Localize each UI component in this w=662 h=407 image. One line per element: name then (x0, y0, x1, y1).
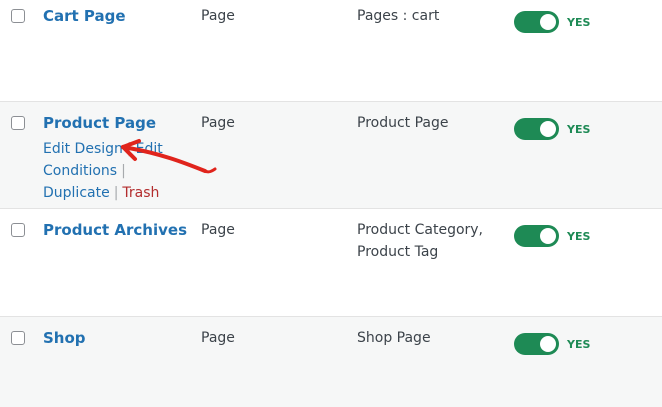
condition-text: Shop Page (357, 330, 431, 346)
row-conditions: Product Category, Product Tag (357, 219, 483, 263)
row-type: Page (201, 222, 235, 238)
row-title-link[interactable]: Cart Page (43, 7, 126, 25)
toggle-knob (540, 336, 556, 352)
templates-table: Cart Page Page Pages : cart YES Product … (0, 0, 662, 407)
table-row: Product Page Page Product Page YES Edit … (0, 102, 662, 209)
status-label: YES (567, 338, 591, 351)
row-conditions: Product Page (357, 112, 449, 134)
condition-text: Product Tag (357, 244, 439, 260)
row-checkbox[interactable] (11, 116, 25, 130)
status-toggle[interactable] (514, 225, 559, 247)
condition-text: Pages : cart (357, 8, 440, 24)
toggle-knob (540, 228, 556, 244)
row-title-link[interactable]: Shop (43, 329, 86, 347)
row-type: Page (201, 8, 235, 24)
status-label: YES (567, 230, 591, 243)
duplicate-link[interactable]: Duplicate (43, 185, 110, 201)
condition-text: Product Category, (357, 222, 484, 238)
status-toggle[interactable] (514, 11, 559, 33)
action-separator: | (113, 185, 119, 201)
table-row: Shop Page Shop Page YES (0, 317, 662, 407)
status-toggle[interactable] (514, 118, 559, 140)
row-type: Page (201, 115, 235, 131)
row-type: Page (201, 330, 235, 346)
status-toggle[interactable] (514, 333, 559, 355)
row-conditions: Pages : cart (357, 5, 439, 27)
table-row: Cart Page Page Pages : cart YES (0, 0, 662, 102)
row-conditions: Shop Page (357, 327, 431, 349)
trash-link[interactable]: Trash (122, 185, 159, 201)
row-title-link[interactable]: Product Page (43, 114, 156, 132)
table-row: Product Archives Page Product Category, … (0, 209, 662, 317)
status-label: YES (567, 16, 591, 29)
toggle-knob (540, 121, 556, 137)
row-checkbox[interactable] (11, 223, 25, 237)
toggle-knob (540, 14, 556, 30)
row-checkbox[interactable] (11, 331, 25, 345)
row-checkbox[interactable] (11, 9, 25, 23)
status-label: YES (567, 123, 591, 136)
red-arrow-icon (121, 139, 217, 174)
condition-text: Product Page (357, 115, 449, 131)
row-title-link[interactable]: Product Archives (43, 221, 187, 239)
